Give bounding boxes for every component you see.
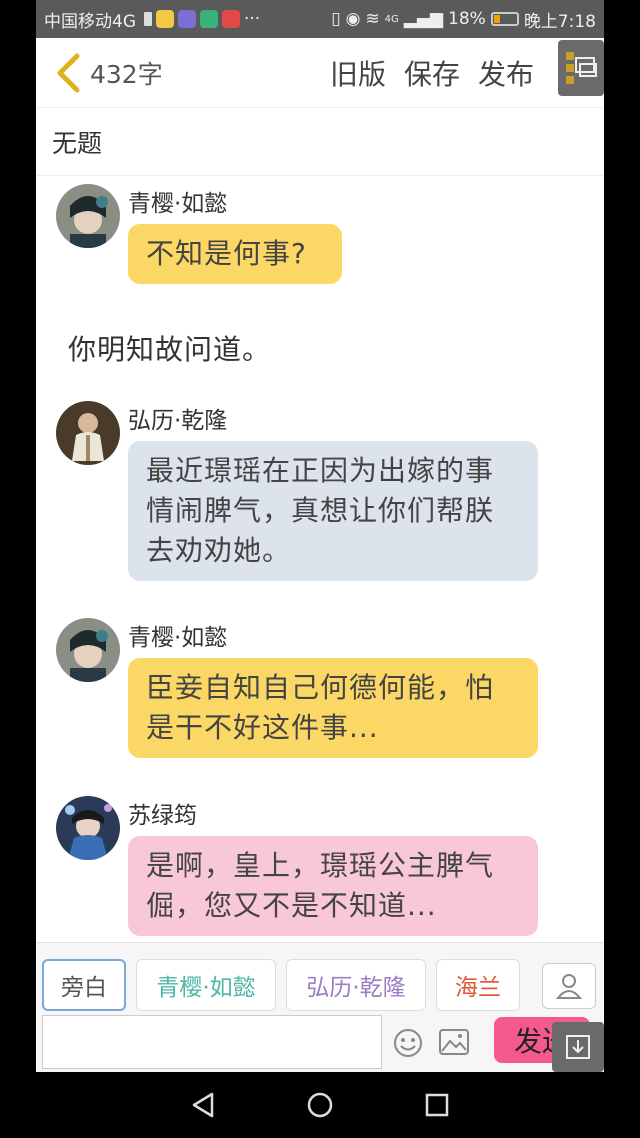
- composer-panel: 旁白 青樱·如懿 弘历·乾隆 海兰 发送: [36, 942, 604, 1072]
- role-hailan[interactable]: 海兰: [436, 959, 520, 1011]
- message-bubble[interactable]: 是啊，皇上，璟瑶公主脾气倔，您又不是不知道...: [128, 836, 538, 936]
- avatar[interactable]: [56, 401, 120, 465]
- smiley-icon: [394, 1029, 422, 1057]
- message-input[interactable]: [42, 1015, 382, 1069]
- chat-message: 青樱·如懿 臣妾自知自己何德何能，怕是干不好这件事...: [56, 618, 576, 778]
- message-bubble[interactable]: 不知是何事?: [128, 224, 342, 284]
- clock: 晚上7:18: [523, 11, 596, 32]
- manage-roles-button[interactable]: [542, 963, 596, 1009]
- avatar[interactable]: [56, 796, 120, 860]
- battery-icon: [490, 12, 519, 26]
- role-hongli[interactable]: 弘历·乾隆: [286, 959, 426, 1011]
- speaker-name: 弘历·乾隆: [128, 408, 228, 434]
- avatar[interactable]: [56, 618, 120, 682]
- old-version-button[interactable]: 旧版: [330, 53, 386, 93]
- carrier-label: 中国移动4G: [44, 11, 136, 32]
- publish-button[interactable]: 发布: [478, 53, 534, 93]
- download-arrow-icon: [566, 1035, 590, 1059]
- emoji-button[interactable]: [392, 1027, 424, 1063]
- sim-icon: [144, 12, 152, 26]
- speaker-name: 苏绿筠: [128, 803, 197, 829]
- message-bubble[interactable]: 最近璟瑶在正因为出嫁的事情闹脾气，真想让你们帮朕去劝劝她。: [128, 441, 538, 581]
- chat-message: 弘历·乾隆 最近璟瑶在正因为出嫁的事情闹脾气，真想让你们帮朕去劝劝她。: [56, 401, 576, 601]
- editor-screen: 432字 旧版 保存 发布 无题 青樱·如懿 不知是何事? 你明知故问道。 弘历…: [36, 38, 604, 1072]
- system-nav-bar: [0, 1072, 640, 1138]
- window-switch-icon: [566, 52, 597, 84]
- role-qingying[interactable]: 青樱·如懿: [136, 959, 276, 1011]
- word-count: 432字: [90, 59, 163, 89]
- story-title[interactable]: 无题: [36, 108, 604, 176]
- chevron-left-icon: [57, 53, 80, 92]
- chat-list: 青樱·如懿 不知是何事? 你明知故问道。 弘历·乾隆 最近璟瑶在正因为出嫁的事情…: [36, 176, 604, 941]
- floating-window-button[interactable]: [558, 40, 604, 96]
- image-icon: [439, 1029, 469, 1055]
- book-notification-icon: [222, 10, 240, 28]
- back-triangle-icon[interactable]: [190, 1091, 216, 1119]
- speaker-name: 青樱·如懿: [128, 191, 228, 217]
- save-button[interactable]: 保存: [404, 53, 460, 93]
- chat-message: 青樱·如懿 不知是何事?: [56, 184, 576, 304]
- music-notification-icon: [178, 10, 196, 28]
- avatar[interactable]: [56, 184, 120, 248]
- home-circle-icon[interactable]: [306, 1091, 334, 1119]
- back-button[interactable]: [50, 48, 86, 98]
- recents-square-icon[interactable]: [424, 1092, 450, 1118]
- scroll-bottom-button[interactable]: [552, 1022, 604, 1072]
- wifi-icon: ≋: [365, 9, 380, 29]
- user-icon: [556, 974, 582, 999]
- role-selector: 旁白 青樱·如懿 弘历·乾隆 海兰: [42, 959, 520, 1011]
- app2-notification-icon: [200, 10, 218, 28]
- speaker-name: 青樱·如懿: [128, 625, 228, 651]
- chat-message: 苏绿筠 是啊，皇上，璟瑶公主脾气倔，您又不是不知道...: [56, 796, 576, 941]
- vibrate-icon: ▯: [331, 9, 341, 29]
- network-label: 4G: [384, 13, 399, 25]
- top-bar: 432字 旧版 保存 发布: [36, 38, 604, 108]
- app-notification-icon: [156, 10, 174, 28]
- narration-text[interactable]: 你明知故问道。: [68, 328, 271, 368]
- status-bar: 中国移动4G ··· ▯ ◉ ≋ 4G ▂▄▆ 18% 晚上7:18: [36, 0, 604, 38]
- battery-percent: 18%: [448, 9, 486, 29]
- more-notifications-icon: ···: [244, 9, 261, 29]
- image-button[interactable]: [438, 1027, 470, 1061]
- message-bubble[interactable]: 臣妾自知自己何德何能，怕是干不好这件事...: [128, 658, 538, 758]
- eye-comfort-icon: ◉: [345, 9, 361, 29]
- role-narrator[interactable]: 旁白: [42, 959, 126, 1011]
- signal-icon: ▂▄▆: [403, 9, 444, 29]
